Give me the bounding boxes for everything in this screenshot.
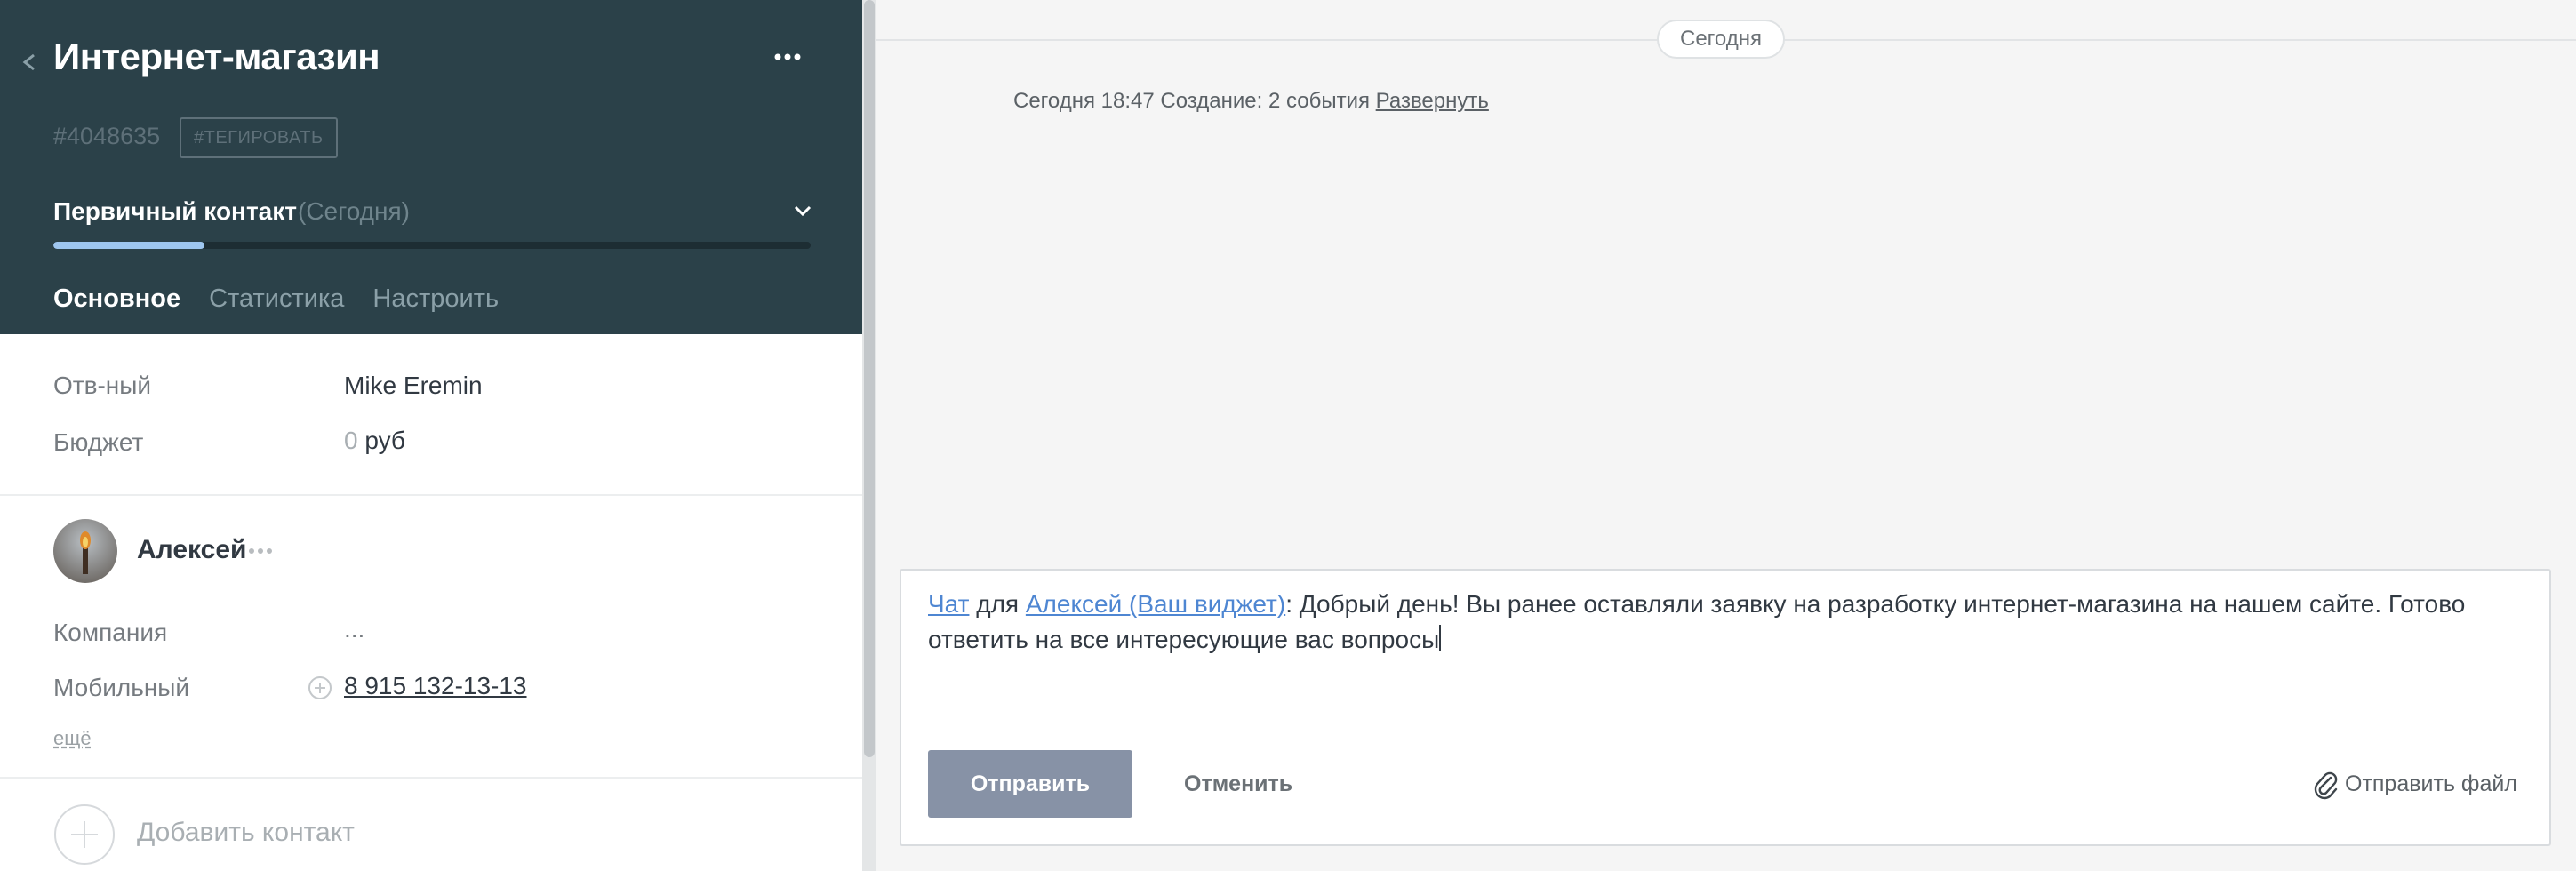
chat-link[interactable]: Чат — [928, 590, 969, 618]
scrollbar-thumb[interactable] — [864, 0, 875, 757]
tab-statistics[interactable]: Статистика — [195, 276, 358, 334]
responsible-value[interactable]: Mike Eremin — [344, 372, 483, 400]
message-input[interactable]: Чат для Алексей (Ваш виджет): Добрый ден… — [928, 587, 2510, 658]
cancel-button[interactable]: Отменить — [1184, 771, 1292, 797]
for-word: для — [976, 590, 1020, 618]
budget-currency: руб — [364, 427, 405, 454]
event-summary: Сегодня 18:47 Создание: 2 события Развер… — [1013, 89, 1489, 114]
lead-tabs: Основное Статистика Настроить — [39, 276, 513, 347]
budget-amount: 0 — [344, 427, 358, 454]
tag-button[interactable]: #ТЕГИРОВАТЬ — [180, 117, 338, 158]
company-label: Компания — [53, 619, 168, 646]
day-label: Сегодня — [1657, 20, 1785, 59]
plus-circle-icon[interactable] — [308, 675, 332, 700]
message-composer[interactable]: Чат для Алексей (Ваш виджет): Добрый ден… — [900, 569, 2551, 846]
activity-feed: Сегодня Сегодня 18:47 Создание: 2 событи… — [876, 0, 2576, 871]
event-text: Сегодня 18:47 Создание: 2 события — [1013, 89, 1370, 113]
more-dots-icon[interactable] — [245, 539, 276, 563]
stage-date: (Сегодня) — [298, 197, 410, 225]
chevron-down-icon[interactable] — [791, 199, 814, 222]
lead-title[interactable]: Интернет-магазин — [53, 36, 380, 78]
responsible-label: Отв-ный — [53, 372, 152, 399]
section-divider — [0, 777, 862, 779]
lead-card-panel: Интернет-магазин #4048635 #ТЕГИРОВАТЬ Пе… — [0, 0, 862, 871]
text-caret — [1439, 625, 1442, 651]
stage-progress-bar — [53, 242, 811, 249]
tab-main[interactable]: Основное — [39, 276, 196, 347]
lead-header: Интернет-магазин #4048635 #ТЕГИРОВАТЬ Пе… — [0, 0, 862, 347]
plus-circle-icon[interactable] — [53, 803, 116, 866]
more-dots-icon[interactable] — [772, 44, 804, 69]
avatar[interactable] — [53, 519, 117, 583]
company-value[interactable]: ... — [344, 615, 364, 643]
contact-name[interactable]: Алексей — [137, 535, 246, 565]
back-chevron-icon[interactable] — [18, 46, 41, 78]
section-divider — [0, 494, 862, 496]
mobile-phone-link[interactable]: 8 915 132-13-13 — [344, 672, 527, 700]
more-fields-link[interactable]: ещё — [53, 727, 92, 750]
recipient-link[interactable]: Алексей (Ваш виджет) — [1026, 590, 1285, 618]
send-button[interactable]: Отправить — [928, 750, 1132, 818]
budget-label: Бюджет — [53, 428, 144, 456]
tab-settings[interactable]: Настроить — [358, 276, 513, 334]
paperclip-icon[interactable] — [2313, 770, 2340, 800]
budget-field[interactable]: 0 руб — [344, 427, 405, 455]
mobile-label: Мобильный — [53, 674, 190, 701]
stage-name[interactable]: Первичный контакт — [53, 197, 297, 226]
add-contact-button[interactable]: Добавить контакт — [137, 818, 355, 848]
lead-id: #4048635 — [53, 123, 161, 149]
stage-progress-fill — [53, 242, 205, 249]
expand-link[interactable]: Развернуть — [1376, 89, 1489, 113]
attach-file-button[interactable]: Отправить файл — [2345, 771, 2517, 797]
